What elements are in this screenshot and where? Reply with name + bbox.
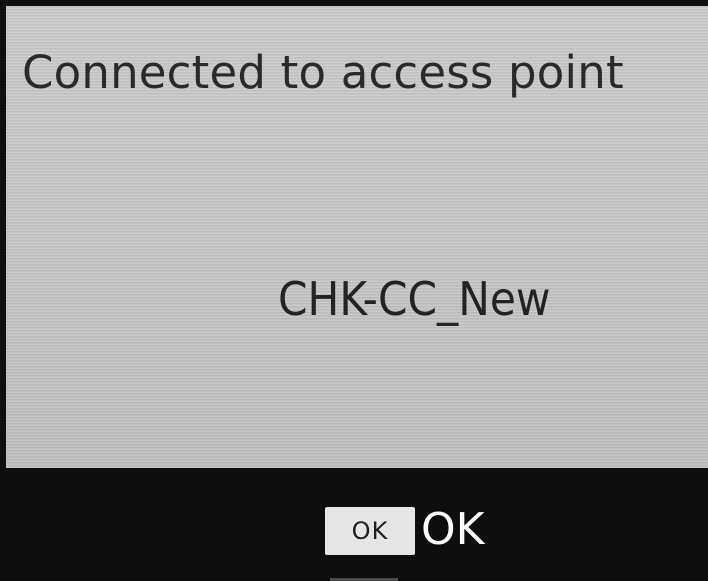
dialog-title: Connected to access point <box>22 46 624 99</box>
camera-screen: Connected to access point CHK-CC_New OK … <box>0 0 708 581</box>
ok-key-icon: OK <box>325 507 415 555</box>
message-panel: Connected to access point CHK-CC_New <box>6 6 708 468</box>
ok-button[interactable]: OK OK <box>325 501 485 561</box>
footer-bar: OK OK <box>0 468 708 581</box>
ok-action-label: OK <box>421 504 485 555</box>
access-point-name: CHK-CC_New <box>278 272 551 326</box>
